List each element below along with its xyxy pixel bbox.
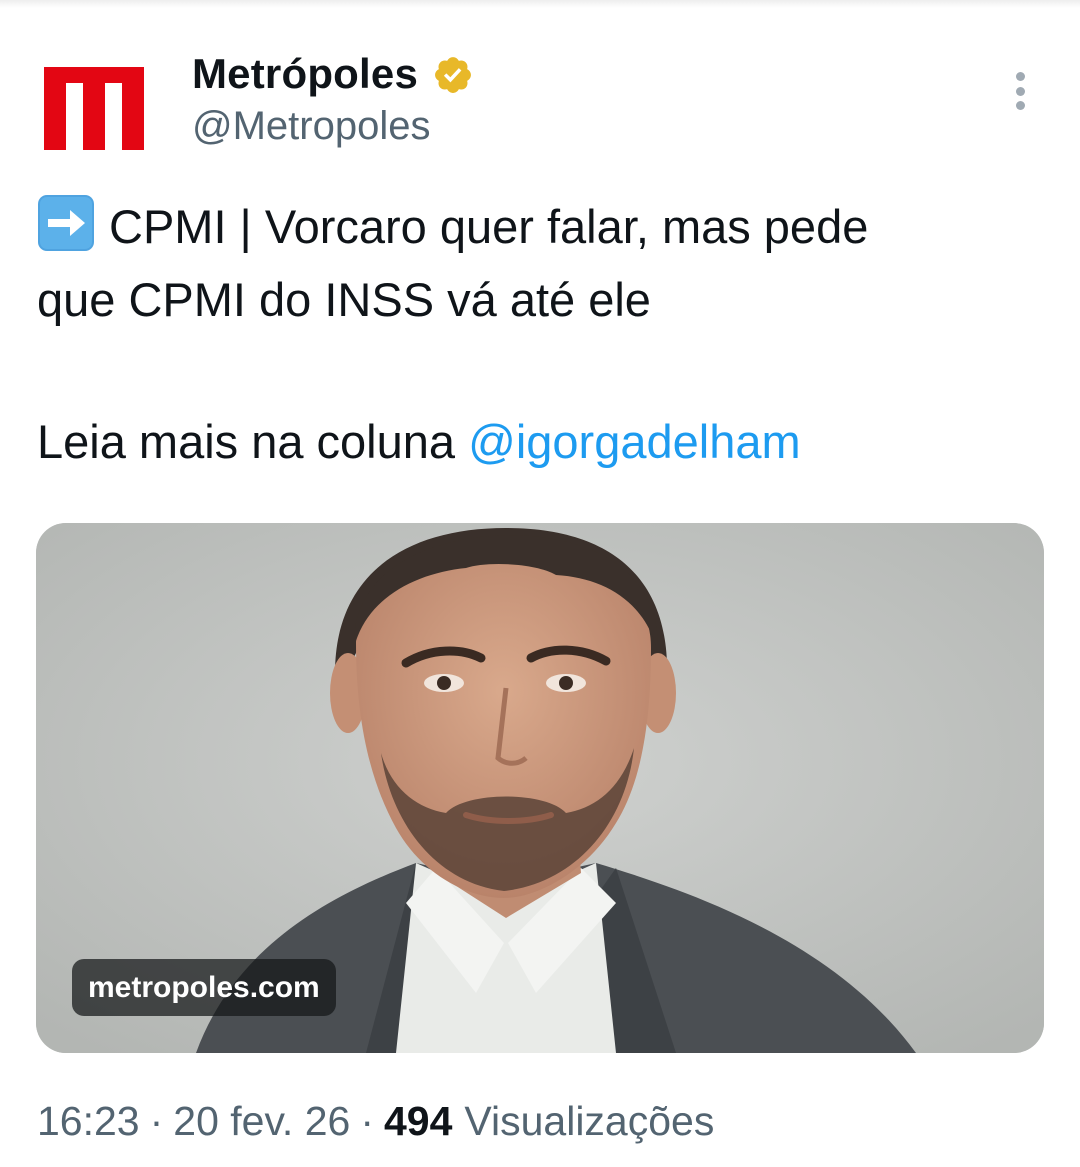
- mention-link[interactable]: @igorgadelham: [468, 415, 801, 468]
- tweet-time[interactable]: 16:23: [37, 1098, 140, 1145]
- tweet-line-3: Leia mais na coluna @igorgadelham: [37, 405, 1047, 478]
- tweet-meta: 16:23 · 20 fev. 26 · 494 Visualizações: [37, 1093, 714, 1149]
- tweet-line-1-text: CPMI | Vorcaro quer falar, mas pede: [109, 200, 869, 253]
- top-divider: [0, 0, 1080, 8]
- source-label[interactable]: metropoles.com: [72, 959, 336, 1016]
- author-handle[interactable]: @Metropoles: [192, 104, 430, 149]
- more-vertical-icon: [1015, 72, 1025, 81]
- tweet-date[interactable]: 20 fev. 26: [173, 1098, 350, 1145]
- author-name-row[interactable]: Metrópoles: [192, 48, 474, 100]
- tweet-card: Metrópoles @Metropoles CPMI | Vorcaro qu…: [0, 0, 1080, 1167]
- right-arrow-emoji-icon: [38, 195, 94, 251]
- tweet-text: CPMI | Vorcaro quer falar, mas pede que …: [37, 190, 1047, 478]
- display-name[interactable]: Metrópoles: [192, 50, 418, 98]
- views-label[interactable]: Visualizações: [464, 1098, 714, 1145]
- meta-separator: ·: [360, 1097, 374, 1144]
- tweet-line-2: que CPMI do INSS vá até ele: [37, 273, 651, 326]
- verified-badge-icon: [435, 57, 471, 93]
- more-dot: [1015, 86, 1025, 96]
- more-dot: [1015, 101, 1025, 110]
- views-count[interactable]: 494: [384, 1098, 452, 1145]
- tweet-line-1: CPMI | Vorcaro quer falar, mas pede: [37, 190, 1047, 263]
- more-options-button[interactable]: [1002, 68, 1038, 114]
- metropoles-m-logo-icon[interactable]: [44, 55, 144, 150]
- meta-separator: ·: [149, 1097, 164, 1144]
- tweet-line-3-text: Leia mais na coluna: [37, 415, 469, 468]
